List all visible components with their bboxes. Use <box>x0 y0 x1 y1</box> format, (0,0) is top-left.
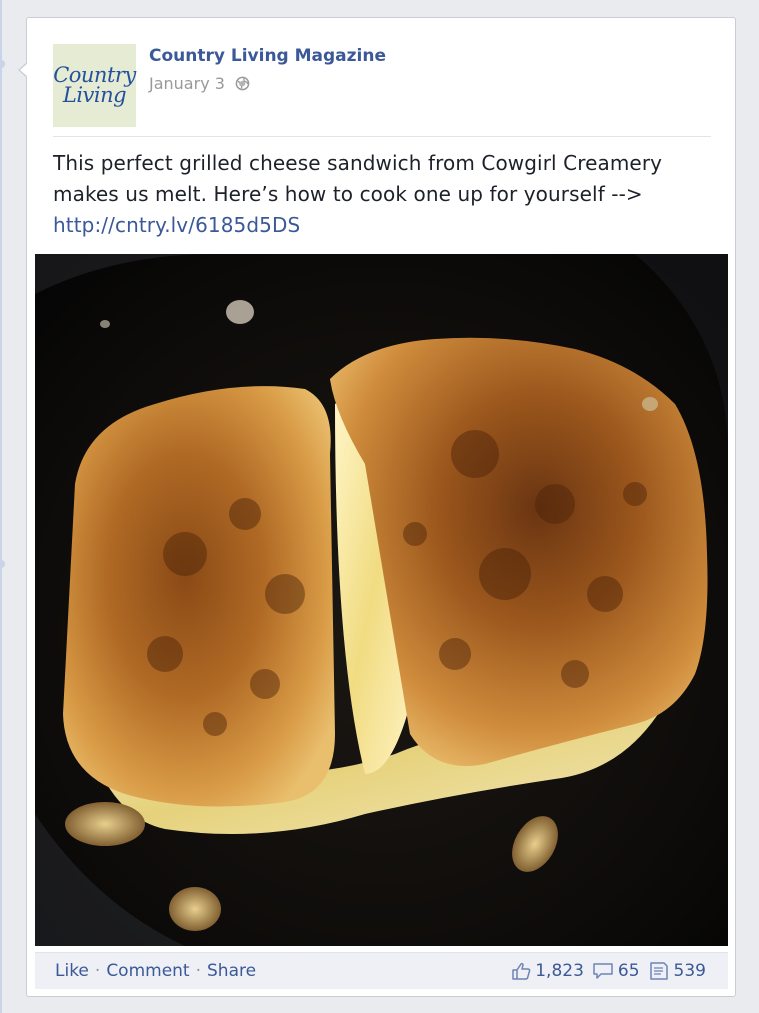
photo-illustration <box>35 254 728 946</box>
globe-icon[interactable] <box>235 76 250 91</box>
timeline-dot <box>0 560 5 568</box>
separator: · <box>195 961 202 981</box>
post-meta: January 3 <box>149 74 250 93</box>
post-date[interactable]: January 3 <box>149 74 225 93</box>
page-avatar[interactable]: Country Living <box>53 44 136 127</box>
comment-button[interactable]: Comment <box>106 961 189 981</box>
likes-count: 1,823 <box>535 961 584 981</box>
share-icon <box>649 962 668 980</box>
author-name[interactable]: Country Living Magazine <box>149 46 386 66</box>
post-footer: Like · Comment · Share 1,823 65 539 <box>35 952 728 989</box>
timeline-line <box>0 0 2 1013</box>
comments-stat[interactable]: 65 <box>592 961 640 981</box>
post-stats: 1,823 65 539 <box>511 961 706 981</box>
post-message-text: This perfect grilled cheese sandwich fro… <box>53 151 663 206</box>
post-card: Country Living Country Living Magazine J… <box>18 17 736 997</box>
thumbs-up-icon <box>512 962 531 980</box>
post-link[interactable]: http://cntry.lv/6185d5DS <box>53 213 300 237</box>
avatar-logo-line-2: Living <box>62 82 127 107</box>
share-button[interactable]: Share <box>207 961 256 981</box>
likes-stat[interactable]: 1,823 <box>511 961 584 981</box>
header-divider <box>53 136 711 137</box>
comments-count: 65 <box>617 961 640 981</box>
comment-bubble-icon <box>593 963 613 979</box>
shares-count: 539 <box>673 961 706 981</box>
shares-stat[interactable]: 539 <box>648 961 706 981</box>
grilled-cheese-photo[interactable] <box>35 254 728 946</box>
like-button[interactable]: Like <box>55 961 89 981</box>
post-message: This perfect grilled cheese sandwich fro… <box>53 148 713 241</box>
post-actions: Like · Comment · Share <box>55 961 256 981</box>
separator: · <box>94 961 101 981</box>
timeline-dot <box>0 60 5 68</box>
